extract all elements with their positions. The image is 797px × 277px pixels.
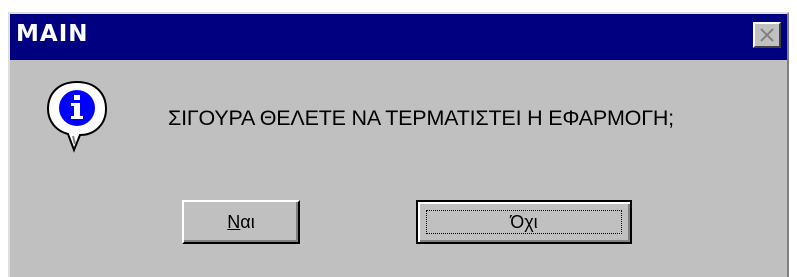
window-title: MAIN [16,21,89,47]
message-dialog: MAIN ΣΙΓΟΥΡΑ ΘΕΛΕΤΕ ΝΑ ΤΕΡΜΑΤΙΣΤΕΙ Η ΕΦΑ… [8,12,789,277]
yes-button[interactable]: Ναι [182,200,300,244]
yes-button-label: Ναι [227,211,255,232]
title-bar[interactable]: MAIN [10,14,787,60]
close-button[interactable] [753,22,781,48]
info-icon [44,78,110,154]
close-icon [760,28,774,42]
no-button[interactable]: Όχι [416,200,632,244]
no-button-label: Όχι [510,211,538,232]
dialog-message: ΣΙΓΟΥΡΑ ΘΕΛΕΤΕ ΝΑ ΤΕΡΜΑΤΙΣΤΕΙ Η ΕΦΑΡΜΟΓΗ… [168,106,674,130]
